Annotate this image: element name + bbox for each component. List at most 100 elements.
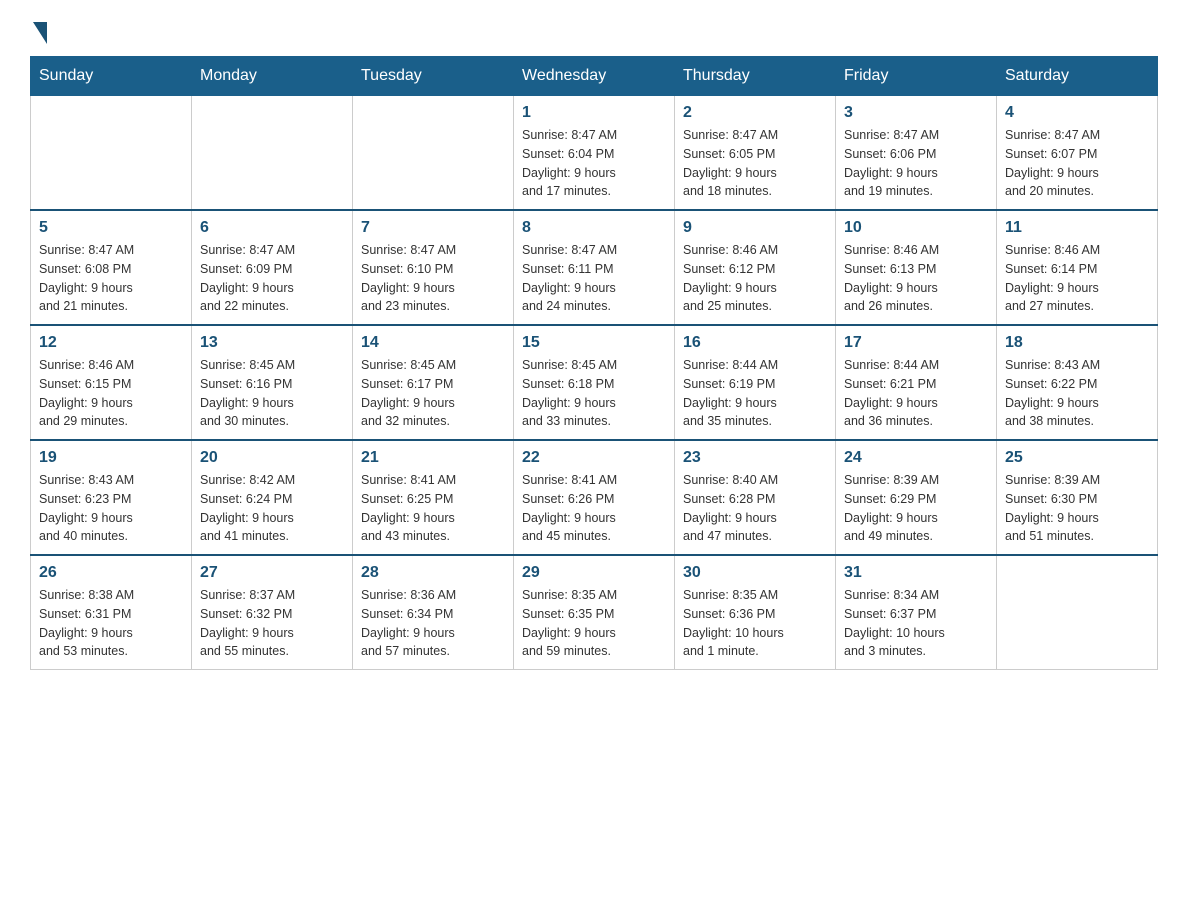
calendar-cell: 23 Sunrise: 8:40 AM Sunset: 6:28 PM Dayli… [675,440,836,555]
calendar-cell [997,555,1158,670]
weekday-header-friday: Friday [836,57,997,96]
day-number: 4 [1005,104,1149,122]
calendar-week-row: 12Sunrise: 8:46 AM Sunset: 6:15 PM Dayli… [31,325,1158,440]
calendar-cell: 16 Sunrise: 8:44 AM Sunset: 6:19 PM Dayli… [675,325,836,440]
calendar-cell: 24Sunrise: 8:39 AM Sunset: 6:29 PM Dayli… [836,440,997,555]
day-number: 17 [844,334,988,352]
day-number: 27 [200,564,344,582]
day-info: Sunrise: 8:43 AM Sunset: 6:22 PM Dayligh… [1005,356,1149,431]
weekday-header-thursday: Thursday [675,57,836,96]
day-number: 18 [1005,334,1149,352]
calendar-cell: 29Sunrise: 8:35 AM Sunset: 6:35 PM Dayli… [514,555,675,670]
day-number: 1 [522,104,666,122]
calendar-cell: 7Sunrise: 8:47 AM Sunset: 6:10 PM Daylig… [353,210,514,325]
calendar-cell: 31 Sunrise: 8:34 AM Sunset: 6:37 PM Dayli… [836,555,997,670]
day-info: Sunrise: 8:39 AM Sunset: 6:30 PM Dayligh… [1005,471,1149,546]
day-number: 3 [844,104,988,122]
logo [30,20,47,40]
day-info: Sunrise: 8:47 AM Sunset: 6:09 PM Dayligh… [200,241,344,316]
calendar-cell [353,96,514,211]
day-number: 13 [200,334,344,352]
day-info: Sunrise: 8:47 AM Sunset: 6:04 PM Dayligh… [522,126,666,201]
calendar-cell: 22 Sunrise: 8:41 AM Sunset: 6:26 PM Dayli… [514,440,675,555]
day-number: 5 [39,219,183,237]
day-info: Sunrise: 8:47 AM Sunset: 6:07 PM Dayligh… [1005,126,1149,201]
calendar-cell: 9 Sunrise: 8:46 AM Sunset: 6:12 PM Daylig… [675,210,836,325]
day-info: Sunrise: 8:41 AM Sunset: 6:26 PM Dayligh… [522,471,666,546]
logo-triangle-icon [33,22,47,44]
page-header [30,20,1158,40]
weekday-header-saturday: Saturday [997,57,1158,96]
calendar-cell: 27 Sunrise: 8:37 AM Sunset: 6:32 PM Dayli… [192,555,353,670]
day-number: 21 [361,449,505,467]
day-number: 22 [522,449,666,467]
day-number: 31 [844,564,988,582]
day-number: 26 [39,564,183,582]
calendar-week-row: 19 Sunrise: 8:43 AM Sunset: 6:23 PM Dayli… [31,440,1158,555]
day-number: 2 [683,104,827,122]
day-number: 25 [1005,449,1149,467]
day-info: Sunrise: 8:47 AM Sunset: 6:06 PM Dayligh… [844,126,988,201]
day-number: 9 [683,219,827,237]
weekday-header-sunday: Sunday [31,57,192,96]
day-number: 6 [200,219,344,237]
day-info: Sunrise: 8:38 AM Sunset: 6:31 PM Dayligh… [39,586,183,661]
day-info: Sunrise: 8:46 AM Sunset: 6:14 PM Dayligh… [1005,241,1149,316]
calendar-table: SundayMondayTuesdayWednesdayThursdayFrid… [30,56,1158,670]
calendar-cell: 1 Sunrise: 8:47 AM Sunset: 6:04 PM Daylig… [514,96,675,211]
weekday-header-wednesday: Wednesday [514,57,675,96]
calendar-cell [192,96,353,211]
day-number: 10 [844,219,988,237]
calendar-cell: 6 Sunrise: 8:47 AM Sunset: 6:09 PM Daylig… [192,210,353,325]
day-info: Sunrise: 8:35 AM Sunset: 6:36 PM Dayligh… [683,586,827,661]
calendar-cell: 8 Sunrise: 8:47 AM Sunset: 6:11 PM Daylig… [514,210,675,325]
calendar-cell: 25 Sunrise: 8:39 AM Sunset: 6:30 PM Dayli… [997,440,1158,555]
day-info: Sunrise: 8:47 AM Sunset: 6:05 PM Dayligh… [683,126,827,201]
day-info: Sunrise: 8:41 AM Sunset: 6:25 PM Dayligh… [361,471,505,546]
calendar-week-row: 1 Sunrise: 8:47 AM Sunset: 6:04 PM Daylig… [31,96,1158,211]
day-info: Sunrise: 8:37 AM Sunset: 6:32 PM Dayligh… [200,586,344,661]
calendar-week-row: 5Sunrise: 8:47 AM Sunset: 6:08 PM Daylig… [31,210,1158,325]
day-number: 16 [683,334,827,352]
calendar-cell: 3 Sunrise: 8:47 AM Sunset: 6:06 PM Daylig… [836,96,997,211]
calendar-cell: 28Sunrise: 8:36 AM Sunset: 6:34 PM Dayli… [353,555,514,670]
day-info: Sunrise: 8:46 AM Sunset: 6:13 PM Dayligh… [844,241,988,316]
day-info: Sunrise: 8:45 AM Sunset: 6:16 PM Dayligh… [200,356,344,431]
day-number: 23 [683,449,827,467]
day-info: Sunrise: 8:34 AM Sunset: 6:37 PM Dayligh… [844,586,988,661]
calendar-cell: 10 Sunrise: 8:46 AM Sunset: 6:13 PM Dayli… [836,210,997,325]
day-number: 11 [1005,219,1149,237]
day-info: Sunrise: 8:36 AM Sunset: 6:34 PM Dayligh… [361,586,505,661]
calendar-cell: 30Sunrise: 8:35 AM Sunset: 6:36 PM Dayli… [675,555,836,670]
day-number: 7 [361,219,505,237]
day-info: Sunrise: 8:45 AM Sunset: 6:18 PM Dayligh… [522,356,666,431]
calendar-cell: 17Sunrise: 8:44 AM Sunset: 6:21 PM Dayli… [836,325,997,440]
calendar-cell: 18 Sunrise: 8:43 AM Sunset: 6:22 PM Dayli… [997,325,1158,440]
calendar-cell: 11 Sunrise: 8:46 AM Sunset: 6:14 PM Dayli… [997,210,1158,325]
day-number: 20 [200,449,344,467]
calendar-cell: 15Sunrise: 8:45 AM Sunset: 6:18 PM Dayli… [514,325,675,440]
calendar-cell: 20 Sunrise: 8:42 AM Sunset: 6:24 PM Dayli… [192,440,353,555]
calendar-cell: 19 Sunrise: 8:43 AM Sunset: 6:23 PM Dayli… [31,440,192,555]
calendar-cell: 4 Sunrise: 8:47 AM Sunset: 6:07 PM Daylig… [997,96,1158,211]
weekday-header-tuesday: Tuesday [353,57,514,96]
day-info: Sunrise: 8:43 AM Sunset: 6:23 PM Dayligh… [39,471,183,546]
day-info: Sunrise: 8:46 AM Sunset: 6:15 PM Dayligh… [39,356,183,431]
calendar-cell: 5Sunrise: 8:47 AM Sunset: 6:08 PM Daylig… [31,210,192,325]
day-number: 29 [522,564,666,582]
calendar-cell: 13 Sunrise: 8:45 AM Sunset: 6:16 PM Dayli… [192,325,353,440]
day-info: Sunrise: 8:40 AM Sunset: 6:28 PM Dayligh… [683,471,827,546]
calendar-week-row: 26 Sunrise: 8:38 AM Sunset: 6:31 PM Dayli… [31,555,1158,670]
day-info: Sunrise: 8:42 AM Sunset: 6:24 PM Dayligh… [200,471,344,546]
day-number: 14 [361,334,505,352]
day-info: Sunrise: 8:44 AM Sunset: 6:19 PM Dayligh… [683,356,827,431]
weekday-header-monday: Monday [192,57,353,96]
day-number: 8 [522,219,666,237]
day-number: 24 [844,449,988,467]
calendar-cell: 12Sunrise: 8:46 AM Sunset: 6:15 PM Dayli… [31,325,192,440]
calendar-cell: 21 Sunrise: 8:41 AM Sunset: 6:25 PM Dayli… [353,440,514,555]
day-number: 19 [39,449,183,467]
calendar-cell: 2 Sunrise: 8:47 AM Sunset: 6:05 PM Daylig… [675,96,836,211]
day-info: Sunrise: 8:46 AM Sunset: 6:12 PM Dayligh… [683,241,827,316]
day-info: Sunrise: 8:47 AM Sunset: 6:11 PM Dayligh… [522,241,666,316]
